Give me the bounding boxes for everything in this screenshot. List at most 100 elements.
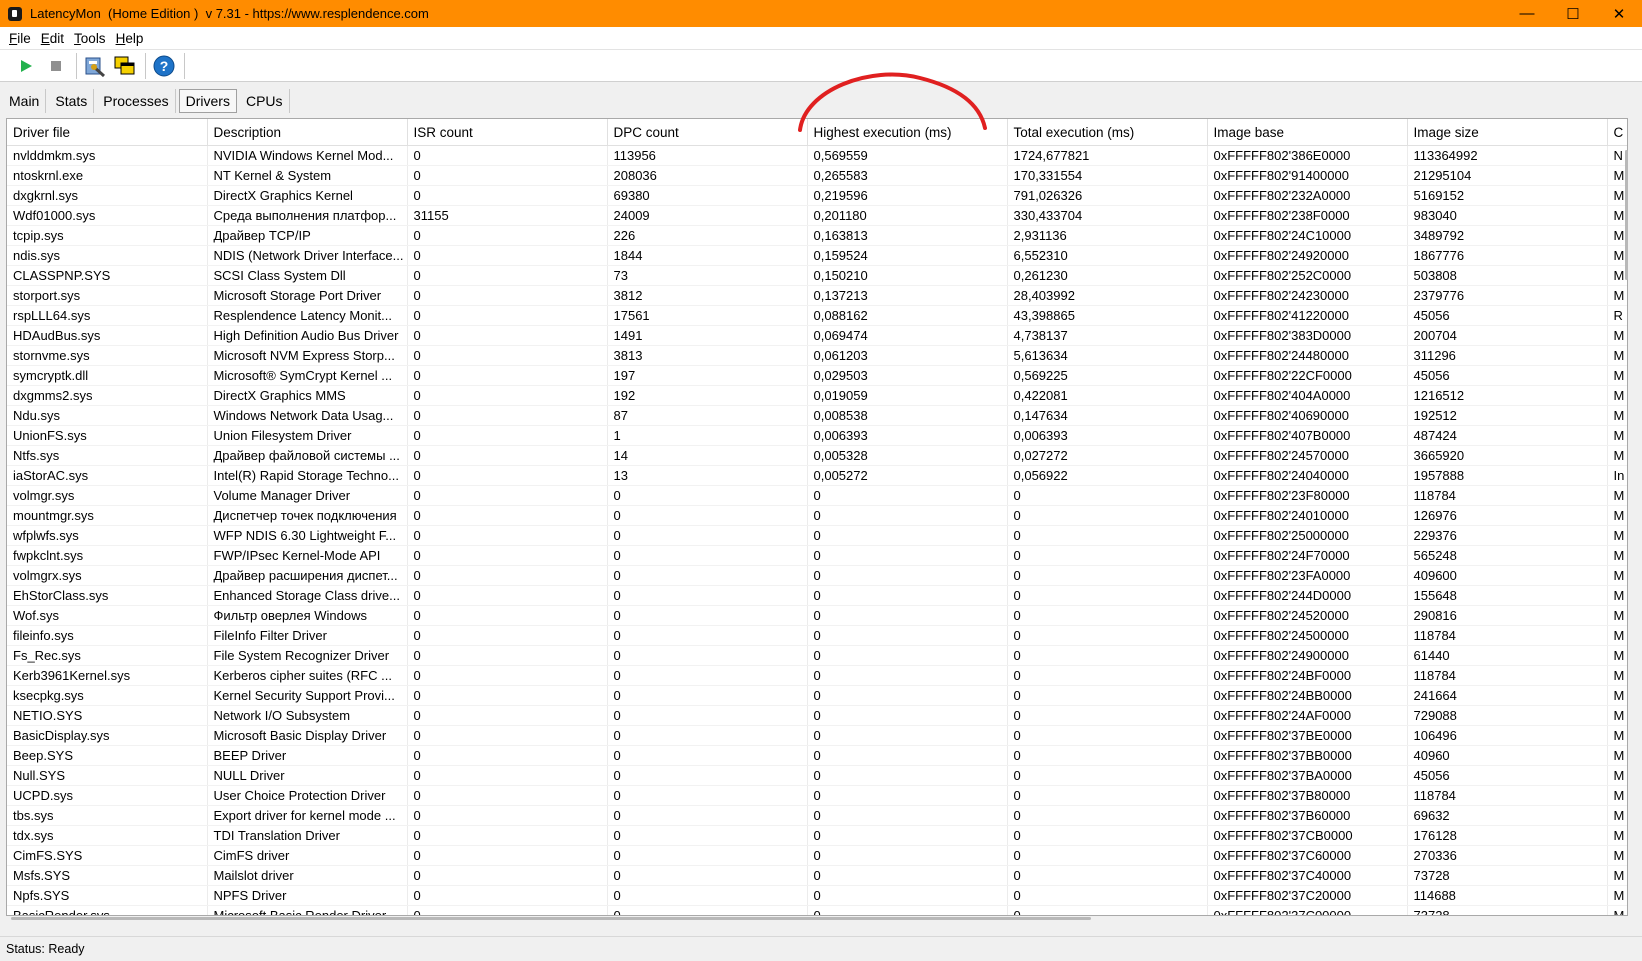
cell-driver-file: ksecpkg.sys bbox=[7, 685, 208, 706]
table-row[interactable]: Ntfs.sys Драйвер файловой системы ... 0 14 0… bbox=[7, 445, 1627, 466]
cell-isr-count: 0 bbox=[407, 805, 608, 826]
cell-isr-count: 0 bbox=[407, 825, 608, 846]
cell-company: In bbox=[1607, 465, 1627, 486]
column-header-total-execution[interactable]: Total execution (ms) bbox=[1007, 119, 1208, 146]
table-row[interactable]: stornvme.sys Microsoft NVM Express Storp.… bbox=[7, 345, 1627, 366]
cell-description: NVIDIA Windows Kernel Mod... bbox=[207, 145, 408, 166]
cell-description: SCSI Class System Dll bbox=[207, 265, 408, 286]
tab-main[interactable]: Main bbox=[3, 89, 47, 113]
cell-image-base: 0xFFFFF802'37C20000 bbox=[1207, 885, 1408, 906]
cell-isr-count: 0 bbox=[407, 385, 608, 406]
table-row[interactable]: CimFS.SYS CimFS driver 0 0 0 0 0xFFFFF802'37C6… bbox=[7, 845, 1627, 866]
cell-description: FWP/IPsec Kernel-Mode API bbox=[207, 545, 408, 566]
table-row[interactable]: tcpip.sys Драйвер TCP/IP 0 226 0,163813 2,931… bbox=[7, 225, 1627, 246]
horizontal-scrollbar-thumb[interactable] bbox=[11, 917, 1091, 920]
table-row[interactable]: BasicDisplay.sys Microsoft Basic Display … bbox=[7, 725, 1627, 746]
table-row[interactable]: mountmgr.sys Диспетчер точек подключения 0… bbox=[7, 505, 1627, 526]
cell-dpc-count: 0 bbox=[607, 685, 808, 706]
table-row[interactable]: Npfs.SYS NPFS Driver 0 0 0 0 0xFFFFF802'37C200… bbox=[7, 885, 1627, 906]
table-row[interactable]: dxgmms2.sys DirectX Graphics MMS 0 192 0,019… bbox=[7, 385, 1627, 406]
driver-button[interactable] bbox=[81, 52, 109, 80]
table-row[interactable]: dxgkrnl.sys DirectX Graphics Kernel 0 69380… bbox=[7, 185, 1627, 206]
table-row[interactable]: ndis.sys NDIS (Network Driver Interface..… bbox=[7, 245, 1627, 266]
cell-image-size: 290816 bbox=[1407, 605, 1608, 626]
table-row[interactable]: tbs.sys Export driver for kernel mode ...… bbox=[7, 805, 1627, 826]
cell-highest-execution: 0 bbox=[807, 885, 1008, 906]
table-row[interactable]: fwpkclnt.sys FWP/IPsec Kernel-Mode API 0 0 0… bbox=[7, 545, 1627, 566]
cell-image-size: 487424 bbox=[1407, 425, 1608, 446]
cell-isr-count: 31155 bbox=[407, 205, 608, 226]
table-row[interactable]: ksecpkg.sys Kernel Security Support Provi… bbox=[7, 685, 1627, 706]
table-row[interactable]: volmgr.sys Volume Manager Driver 0 0 0 0 0xFFF… bbox=[7, 485, 1627, 506]
table-row[interactable]: Null.SYS NULL Driver 0 0 0 0 0xFFFFF802'37BA00… bbox=[7, 765, 1627, 786]
drivers-table[interactable]: Driver file Description ISR count DPC count… bbox=[6, 118, 1628, 916]
table-row[interactable]: rspLLL64.sys Resplendence Latency Monit..… bbox=[7, 305, 1627, 326]
table-row[interactable]: Wof.sys Фильтр оверлея Windows 0 0 0 0 0xFFFFF… bbox=[7, 605, 1627, 626]
table-row[interactable]: Fs_Rec.sys File System Recognizer Driver 0… bbox=[7, 645, 1627, 666]
table-row[interactable]: BasicRender.sys Microsoft Basic Render Dr… bbox=[7, 905, 1627, 915]
column-header-driver-file[interactable]: Driver file bbox=[7, 119, 208, 146]
window-controls: — ☐ ✕ bbox=[1504, 0, 1642, 27]
cell-image-size: 311296 bbox=[1407, 345, 1608, 366]
table-row[interactable]: UnionFS.sys Union Filesystem Driver 0 1 0,00… bbox=[7, 425, 1627, 446]
cell-driver-file: volmgrx.sys bbox=[7, 565, 208, 586]
table-row[interactable]: Msfs.SYS Mailslot driver 0 0 0 0 0xFFFFF802'37… bbox=[7, 865, 1627, 886]
cell-highest-execution: 0,159524 bbox=[807, 245, 1008, 266]
horizontal-scrollbar[interactable] bbox=[7, 917, 1627, 923]
cell-driver-file: tcpip.sys bbox=[7, 225, 208, 246]
cell-image-base: 0xFFFFF802'24BB0000 bbox=[1207, 685, 1408, 706]
windows-button[interactable] bbox=[111, 52, 139, 80]
start-button[interactable] bbox=[12, 52, 40, 80]
maximize-button[interactable]: ☐ bbox=[1550, 0, 1596, 27]
cell-company: M bbox=[1607, 745, 1627, 766]
minimize-button[interactable]: — bbox=[1504, 0, 1550, 27]
stop-button[interactable] bbox=[42, 52, 70, 80]
table-row[interactable]: fileinfo.sys FileInfo Filter Driver 0 0 0 0 0x… bbox=[7, 625, 1627, 646]
table-row[interactable]: iaStorAC.sys Intel(R) Rapid Storage Techn… bbox=[7, 465, 1627, 486]
table-row[interactable]: Wdf01000.sys Среда выполнения платфор... 3… bbox=[7, 205, 1627, 226]
cell-dpc-count: 13 bbox=[607, 465, 808, 486]
table-row[interactable]: Kerb3961Kernel.sys Kerberos cipher suites… bbox=[7, 665, 1627, 686]
table-row[interactable]: wfplwfs.sys WFP NDIS 6.30 Lightweight F..… bbox=[7, 525, 1627, 546]
column-header-highest-execution[interactable]: Highest execution (ms) bbox=[807, 119, 1008, 146]
column-header-dpc-count[interactable]: DPC count bbox=[607, 119, 808, 146]
tab-stats[interactable]: Stats bbox=[49, 89, 95, 113]
column-header-image-base[interactable]: Image base bbox=[1207, 119, 1408, 146]
table-row[interactable]: EhStorClass.sys Enhanced Storage Class dr… bbox=[7, 585, 1627, 606]
table-row[interactable]: NETIO.SYS Network I/O Subsystem 0 0 0 0 0xFFFF… bbox=[7, 705, 1627, 726]
column-header-company[interactable]: C bbox=[1607, 119, 1627, 146]
menu-file[interactable]: File bbox=[4, 31, 36, 46]
vertical-scrollbar[interactable] bbox=[1625, 150, 1628, 280]
cell-highest-execution: 0,137213 bbox=[807, 285, 1008, 306]
table-row[interactable]: UCPD.sys User Choice Protection Driver 0 0 0… bbox=[7, 785, 1627, 806]
tab-cpus[interactable]: CPUs bbox=[240, 89, 290, 113]
cell-dpc-count: 69380 bbox=[607, 185, 808, 206]
table-row[interactable]: symcryptk.dll Microsoft® SymCrypt Kernel … bbox=[7, 365, 1627, 386]
cell-isr-count: 0 bbox=[407, 685, 608, 706]
menu-tools[interactable]: Tools bbox=[69, 31, 111, 46]
cell-image-size: 241664 bbox=[1407, 685, 1608, 706]
table-row[interactable]: CLASSPNP.SYS SCSI Class System Dll 0 73 0,15… bbox=[7, 265, 1627, 286]
table-row[interactable]: tdx.sys TDI Translation Driver 0 0 0 0 0xFFFFF… bbox=[7, 825, 1627, 846]
table-row[interactable]: HDAudBus.sys High Definition Audio Bus Dr… bbox=[7, 325, 1627, 346]
tab-drivers[interactable]: Drivers bbox=[178, 89, 237, 113]
column-header-description[interactable]: Description bbox=[207, 119, 408, 146]
column-header-isr-count[interactable]: ISR count bbox=[407, 119, 608, 146]
cell-driver-file: dxgkrnl.sys bbox=[7, 185, 208, 206]
help-button[interactable]: ? bbox=[150, 52, 178, 80]
table-row[interactable]: nvlddmkm.sys NVIDIA Windows Kernel Mod...… bbox=[7, 145, 1627, 166]
cell-image-base: 0xFFFFF802'232A0000 bbox=[1207, 185, 1408, 206]
cell-description: FileInfo Filter Driver bbox=[207, 625, 408, 646]
close-button[interactable]: ✕ bbox=[1596, 0, 1642, 27]
tab-processes[interactable]: Processes bbox=[97, 89, 176, 113]
table-row[interactable]: Beep.SYS BEEP Driver 0 0 0 0 0xFFFFF802'37BB00… bbox=[7, 745, 1627, 766]
column-header-image-size[interactable]: Image size bbox=[1407, 119, 1608, 146]
table-row[interactable]: storport.sys Microsoft Storage Port Drive… bbox=[7, 285, 1627, 306]
cell-dpc-count: 0 bbox=[607, 585, 808, 606]
table-row[interactable]: ntoskrnl.exe NT Kernel & System 0 208036 0,2… bbox=[7, 165, 1627, 186]
menu-help[interactable]: Help bbox=[111, 31, 149, 46]
table-row[interactable]: volmgrx.sys Драйвер расширения диспет... 0… bbox=[7, 565, 1627, 586]
menu-edit[interactable]: Edit bbox=[36, 31, 69, 46]
cell-total-execution: 0,569225 bbox=[1007, 365, 1208, 386]
table-row[interactable]: Ndu.sys Windows Network Data Usag... 0 87 0,… bbox=[7, 405, 1627, 426]
